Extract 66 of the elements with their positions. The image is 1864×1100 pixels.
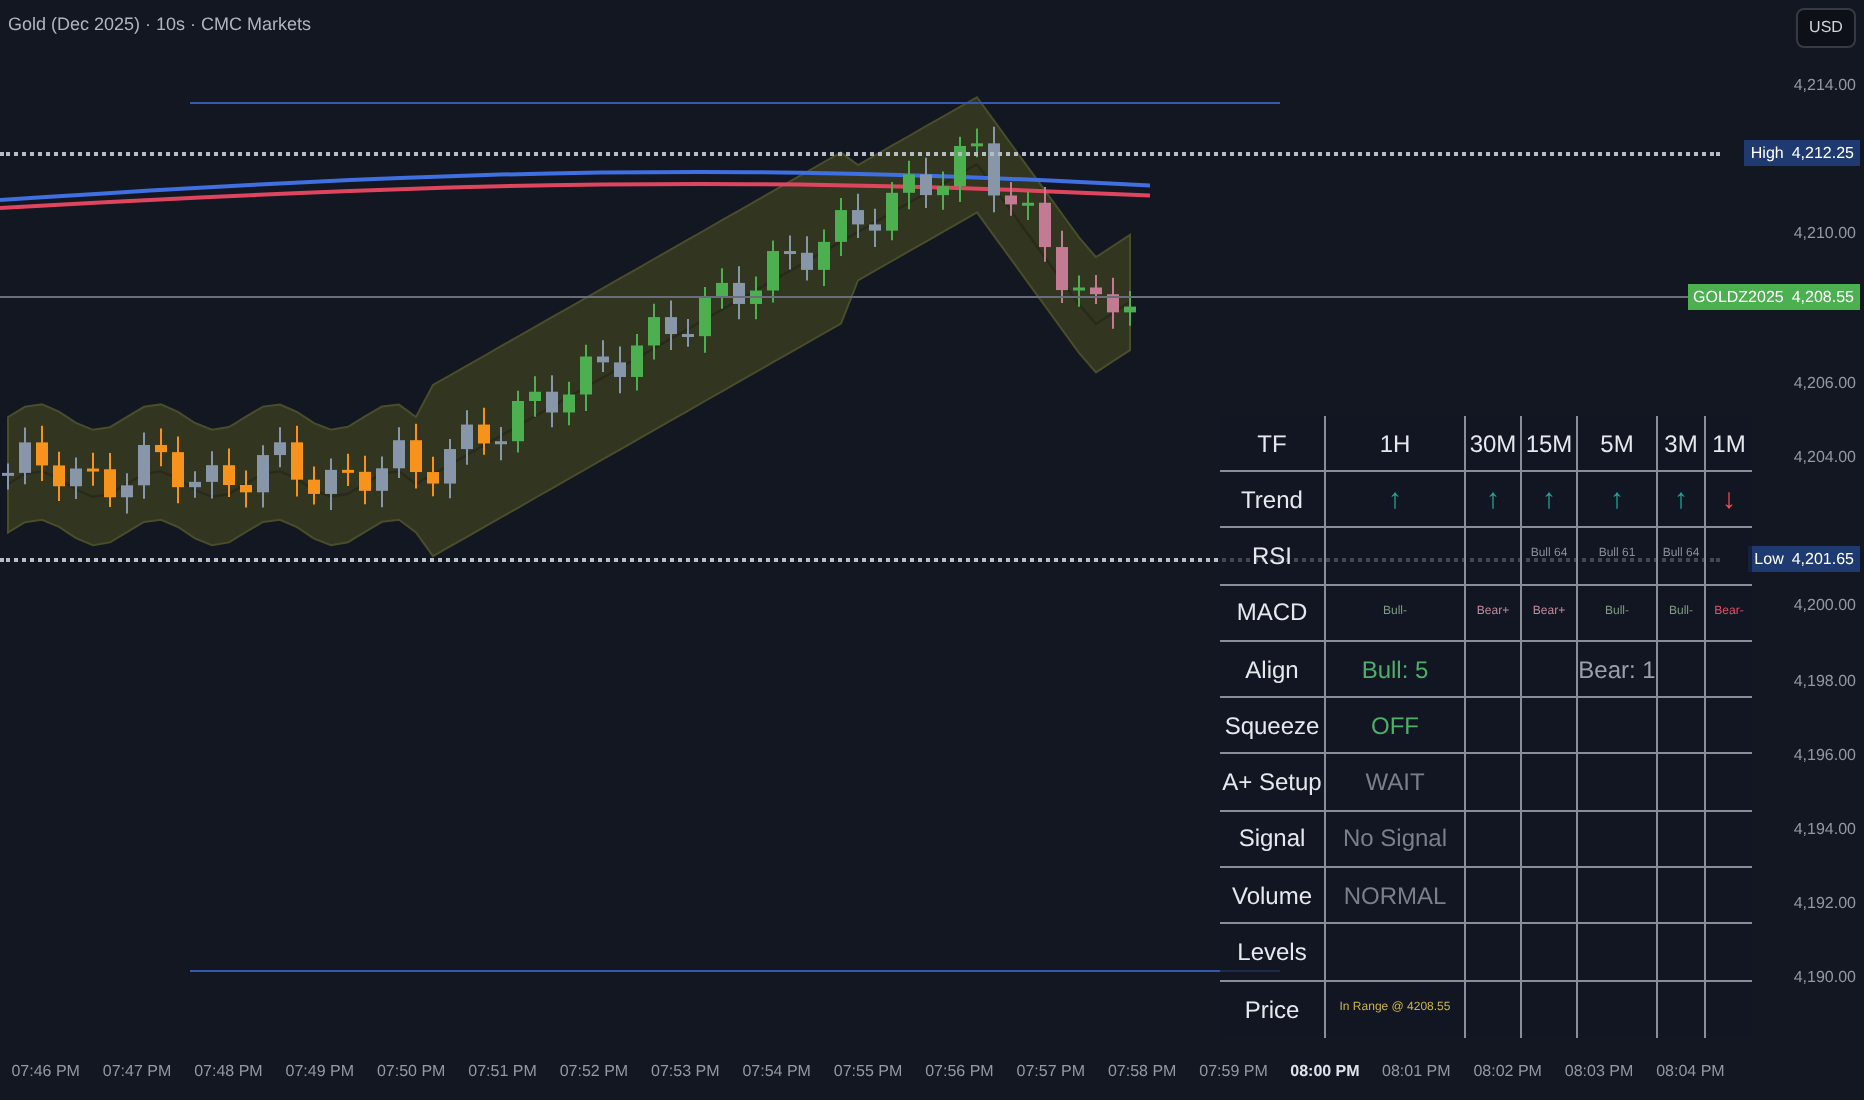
time-axis-label: 07:58 PM bbox=[1107, 1060, 1177, 1084]
time-axis-label: 08:01 PM bbox=[1382, 1060, 1451, 1084]
table-header: 5M bbox=[1600, 427, 1634, 461]
price-axis-label: 4,190.00 bbox=[1793, 970, 1856, 987]
marker-name: Low bbox=[1754, 547, 1784, 571]
price-axis-label: 4,210.00 bbox=[1793, 226, 1856, 243]
table-cell-value: No Signal bbox=[1342, 822, 1448, 857]
table-header: 30M bbox=[1469, 427, 1517, 461]
row-label: Signal bbox=[1238, 822, 1306, 857]
time-axis-label: 08:02 PM bbox=[1473, 1060, 1542, 1084]
time-axis-label: 07:47 PM bbox=[102, 1060, 172, 1084]
marker-name: High bbox=[1750, 141, 1784, 165]
row-label: Price bbox=[1244, 993, 1300, 1028]
row-label: A+ Setup bbox=[1222, 766, 1322, 801]
marker-name: GOLDZ2025 bbox=[1693, 285, 1784, 309]
table-header: 15M bbox=[1525, 427, 1573, 461]
table-cell-value: ↑ bbox=[1610, 480, 1624, 519]
row-label: Trend bbox=[1241, 483, 1303, 518]
time-axis-label: 07:53 PM bbox=[651, 1060, 720, 1084]
time-axis-label: 07:57 PM bbox=[1016, 1060, 1086, 1084]
table-header: 3M bbox=[1664, 427, 1698, 461]
table-header: 1H bbox=[1379, 427, 1411, 461]
row-label: RSI bbox=[1251, 539, 1292, 574]
chart-title: Gold (Dec 2025) · 10s · CMC Markets bbox=[8, 12, 312, 39]
table-cell-value: NORMAL bbox=[1343, 879, 1447, 914]
currency-button[interactable]: USD bbox=[1796, 8, 1856, 48]
marker-price: 4,212.25 bbox=[1791, 141, 1854, 165]
time-axis-label: 07:56 PM bbox=[925, 1060, 994, 1084]
table-cell-value: ↑ bbox=[1388, 480, 1402, 519]
time-axis-label: 07:49 PM bbox=[285, 1060, 355, 1084]
time-axis-label: 07:46 PM bbox=[11, 1060, 80, 1084]
time-axis-label: 07:59 PM bbox=[1199, 1060, 1268, 1084]
row-label: MACD bbox=[1236, 596, 1308, 631]
row-label: Squeeze bbox=[1224, 709, 1320, 744]
price-axis-label: 4,204.00 bbox=[1793, 450, 1856, 466]
marker-price: 4,201.65 bbox=[1791, 547, 1854, 571]
table-cell-value: ↑ bbox=[1542, 480, 1556, 519]
table-header: 1M bbox=[1712, 427, 1746, 461]
time-axis-label: 07:48 PM bbox=[194, 1060, 263, 1084]
price-axis-label: 4,196.00 bbox=[1793, 747, 1856, 764]
table-cell-value: ↓ bbox=[1722, 480, 1736, 519]
row-label: Align bbox=[1245, 653, 1299, 688]
time-axis-label: 08:03 PM bbox=[1564, 1060, 1634, 1084]
price-axis-label: 4,214.00 bbox=[1793, 78, 1856, 94]
time-axis-label: 07:55 PM bbox=[833, 1060, 903, 1084]
table-header: TF bbox=[1257, 427, 1287, 461]
price-axis-label: 4,200.00 bbox=[1793, 598, 1856, 615]
price-axis-label: 4,198.00 bbox=[1793, 673, 1856, 690]
row-label: Volume bbox=[1231, 879, 1313, 914]
price-axis-label: 4,194.00 bbox=[1793, 822, 1856, 838]
row-label: Levels bbox=[1237, 936, 1307, 971]
time-axis-label: 08:04 PM bbox=[1656, 1060, 1725, 1084]
time-axis-label: 08:00 PM bbox=[1290, 1060, 1360, 1084]
table-cell-value: Bull: 5 bbox=[1361, 653, 1429, 688]
marker-price: 4,208.55 bbox=[1791, 285, 1854, 309]
table-cell-value: Bear: 1 bbox=[1578, 653, 1656, 688]
time-axis-label: 07:50 PM bbox=[376, 1060, 446, 1084]
price-axis-label: 4,206.00 bbox=[1793, 375, 1856, 392]
table-cell-value: ↑ bbox=[1486, 480, 1500, 519]
price-axis-label: 4,192.00 bbox=[1793, 896, 1856, 913]
time-axis-label: 07:52 PM bbox=[559, 1060, 629, 1084]
table-cell-value: OFF bbox=[1371, 709, 1419, 744]
table-cell-value: WAIT bbox=[1365, 766, 1425, 801]
table-cell-value: ↑ bbox=[1674, 480, 1688, 519]
time-axis-label: 07:51 PM bbox=[468, 1060, 537, 1084]
time-axis-label: 07:54 PM bbox=[742, 1060, 811, 1084]
